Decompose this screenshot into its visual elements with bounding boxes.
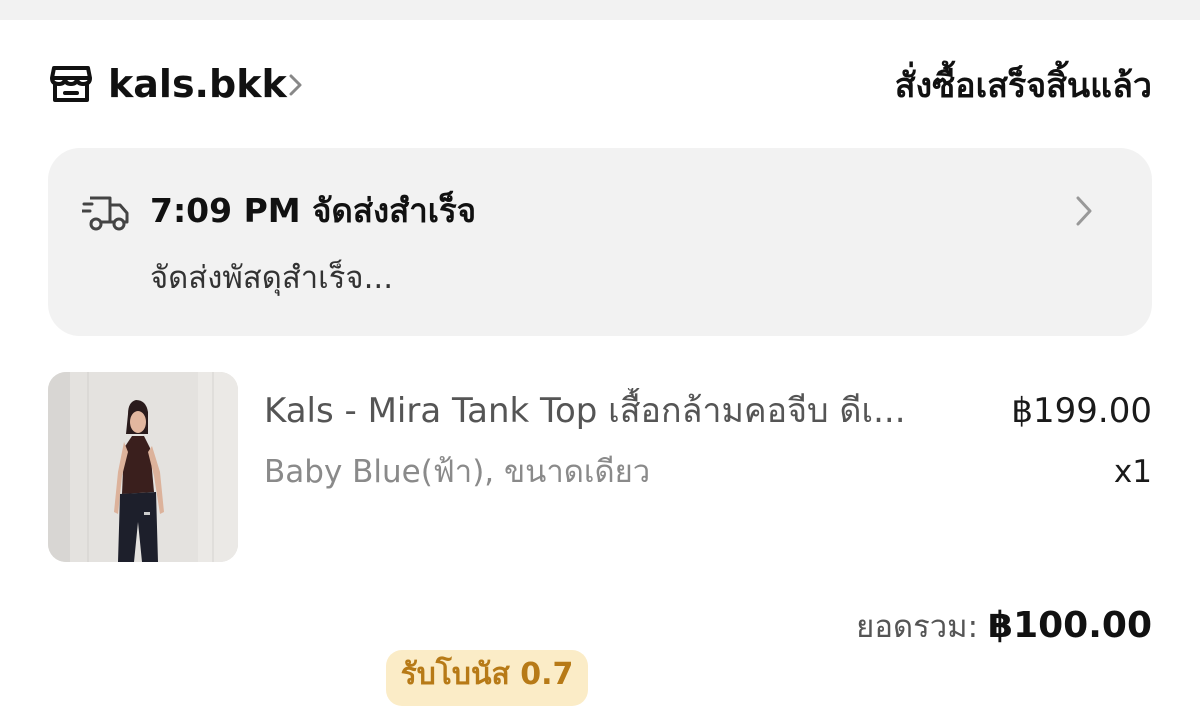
product-photo	[48, 372, 238, 562]
order-header: kals.bkk สั่งซื้อเสร็จสิ้นแล้ว	[48, 58, 1152, 114]
product-name-link[interactable]: Kals - Mira Tank Top เสื้อกล้ามคอจีบ ดีเ…	[264, 388, 964, 434]
order-total-row: ยอดรวม: ฿100.00	[856, 602, 1152, 656]
total-label: ยอดรวม:	[856, 609, 979, 645]
order-status-label: สั่งซื้อเสร็จสิ้นแล้ว	[894, 66, 1152, 106]
chevron-right-icon[interactable]	[286, 72, 306, 98]
product-thumbnail[interactable]	[48, 372, 238, 562]
shipping-status-subtitle: จัดส่งพัสดุสำเร็จ...	[150, 260, 394, 296]
total-value: ฿100.00	[988, 605, 1152, 646]
product-price: ฿199.00	[1011, 391, 1152, 431]
shipping-status-title: 7:09 PM จัดส่งสำเร็จ	[150, 191, 477, 230]
product-variant: Baby Blue(ฟ้า), ขนาดเดียว	[264, 454, 651, 490]
product-quantity: x1	[1113, 454, 1152, 490]
bonus-badge: รับโบนัส 0.7	[386, 650, 588, 706]
top-divider-strip	[0, 0, 1200, 20]
delivery-truck-icon	[82, 196, 129, 231]
store-icon[interactable]	[48, 60, 94, 106]
shop-name-link[interactable]: kals.bkk	[108, 62, 287, 106]
chevron-right-icon[interactable]	[1074, 194, 1094, 228]
shipping-status-card[interactable]: 7:09 PM จัดส่งสำเร็จ จัดส่งพัสดุสำเร็จ..…	[48, 148, 1152, 336]
